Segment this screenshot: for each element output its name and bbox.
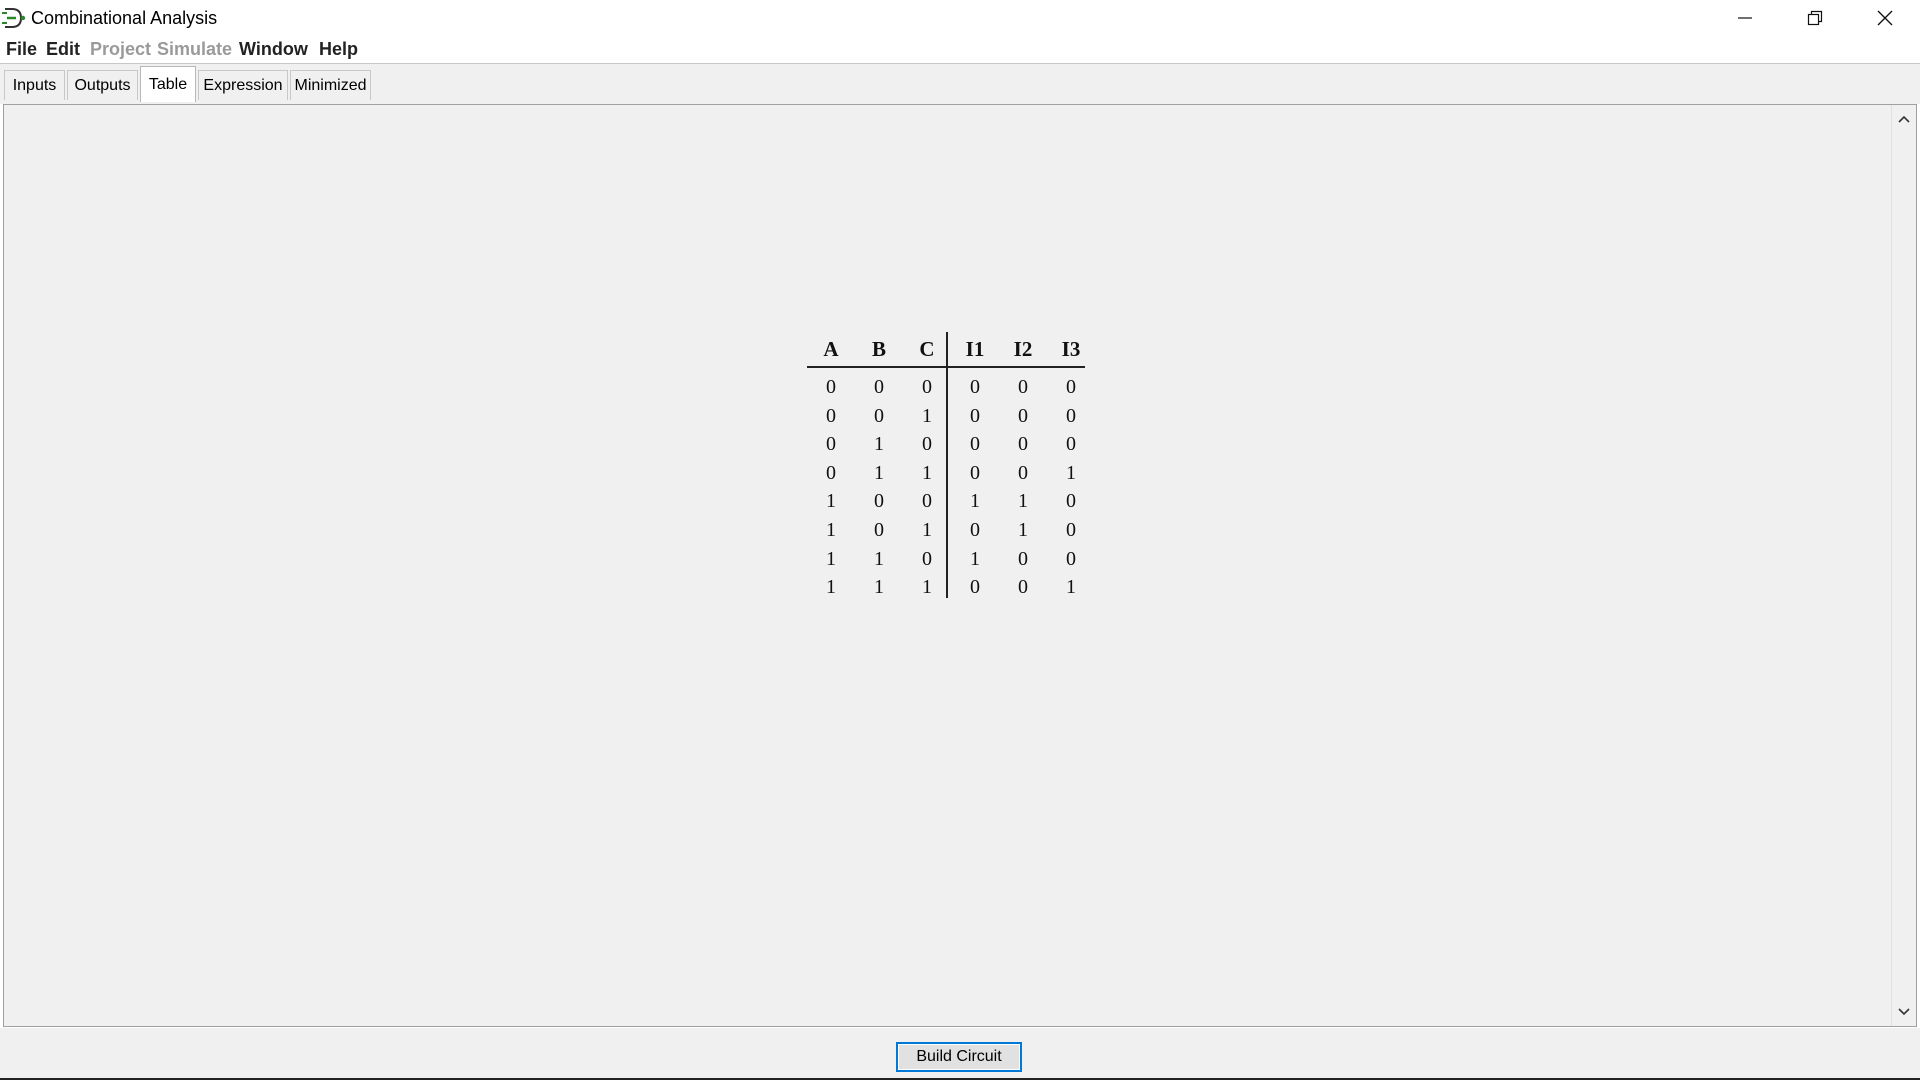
build-circuit-button[interactable]: Build Circuit (896, 1042, 1022, 1072)
input-value-cell: 0 (874, 376, 884, 398)
input-value-cell: 0 (922, 547, 932, 570)
input-value-cell: 1 (874, 433, 884, 456)
close-button[interactable] (1850, 0, 1920, 36)
output-value-cell[interactable]: 1 (1047, 462, 1095, 485)
input-value-cell: 0 (826, 376, 836, 398)
logisim-app-icon (2, 8, 26, 28)
output-value-cell[interactable]: 0 (951, 462, 999, 485)
input-value-cell: 1 (874, 547, 884, 570)
output-value-cell[interactable]: 0 (951, 376, 999, 399)
output-value-cell[interactable]: 1 (999, 490, 1047, 513)
output-value-cell[interactable]: 0 (951, 405, 999, 428)
input-value-cell: 0 (874, 490, 884, 513)
tab-table[interactable]: Table (140, 66, 196, 102)
input-column-header: C (919, 337, 935, 361)
output-value-cell[interactable]: 0 (1047, 490, 1095, 513)
input-value-cell: 1 (874, 576, 884, 599)
output-value-cell[interactable]: 0 (999, 462, 1047, 485)
minimize-icon (1738, 17, 1752, 19)
output-value-cell[interactable]: 1 (999, 519, 1047, 542)
input-value-cell: 0 (874, 519, 884, 541)
restore-icon (1807, 10, 1823, 26)
menu-help[interactable]: Help (319, 39, 358, 60)
output-column-header: I2 (1013, 337, 1033, 361)
menu-edit[interactable]: Edit (46, 39, 80, 60)
input-value-cell: 1 (922, 461, 932, 484)
input-column-header: A (823, 337, 839, 361)
tab-outputs[interactable]: Outputs (67, 70, 138, 100)
input-value-cell: 1 (826, 576, 836, 599)
output-value-cell[interactable]: 0 (1047, 433, 1095, 456)
menu-simulate[interactable]: Simulate (157, 39, 232, 60)
title-bar: Combinational Analysis (0, 0, 1920, 36)
tab-inputs[interactable]: Inputs (4, 70, 65, 100)
output-column-header: I1 (965, 337, 985, 361)
input-value-cell: 1 (922, 404, 932, 427)
input-value-cell: 1 (826, 490, 836, 513)
input-value-cell: 0 (826, 461, 836, 484)
scroll-up-icon[interactable] (1896, 111, 1912, 127)
input-value-cell: 1 (874, 461, 884, 484)
input-value-cell: 0 (826, 404, 836, 427)
input-value-cell: 0 (826, 433, 836, 456)
input-column-header: B (871, 337, 886, 361)
tab-expression[interactable]: Expression (198, 70, 288, 100)
output-value-cell[interactable]: 0 (951, 433, 999, 456)
tab-minimized[interactable]: Minimized (290, 70, 371, 100)
input-value-cell: 0 (874, 404, 884, 427)
input-value-cell: 0 (922, 433, 932, 456)
output-value-cell[interactable]: 0 (999, 405, 1047, 428)
output-column-header: I3 (1061, 337, 1081, 361)
input-value-cell: 1 (922, 519, 932, 541)
input-value-cell: 1 (826, 519, 836, 541)
input-value-cell: 0 (922, 490, 932, 513)
output-value-cell[interactable]: 0 (1047, 519, 1095, 542)
output-value-cell[interactable]: 0 (951, 519, 999, 542)
input-value-cell: 1 (826, 547, 836, 570)
combinational-analysis-window: Combinational Analysis File Edit Project… (0, 0, 1920, 1080)
minimize-button[interactable] (1710, 0, 1780, 36)
tab-strip: Inputs Outputs Table Expression Minimize… (0, 64, 1920, 104)
window-title: Combinational Analysis (31, 8, 218, 28)
scroll-down-icon[interactable] (1896, 1004, 1912, 1020)
input-value-cell: 1 (922, 576, 932, 599)
bottom-bar: Build Circuit (0, 1028, 1920, 1080)
output-value-cell[interactable]: 0 (1047, 548, 1095, 571)
output-value-cell[interactable]: 0 (999, 576, 1047, 599)
restore-button[interactable] (1780, 0, 1850, 36)
output-value-cell[interactable]: 0 (999, 433, 1047, 456)
output-value-cell[interactable]: 1 (951, 548, 999, 571)
output-value-cell[interactable]: 1 (1047, 576, 1095, 599)
output-value-cell[interactable]: 0 (1047, 376, 1095, 399)
menu-window[interactable]: Window (239, 39, 308, 60)
output-value-cell[interactable]: 1 (951, 490, 999, 513)
output-value-cell[interactable]: 0 (999, 376, 1047, 399)
output-value-cell[interactable]: 0 (951, 576, 999, 599)
menu-bar: File Edit Project Simulate Window Help (0, 36, 1920, 64)
output-value-cell[interactable]: 0 (1047, 405, 1095, 428)
menu-project[interactable]: Project (90, 39, 151, 60)
menu-file[interactable]: File (6, 39, 37, 60)
input-value-cell: 0 (922, 376, 932, 398)
close-icon (1877, 10, 1893, 26)
vertical-scrollbar[interactable] (1891, 105, 1916, 1026)
output-value-cell[interactable]: 0 (999, 548, 1047, 571)
